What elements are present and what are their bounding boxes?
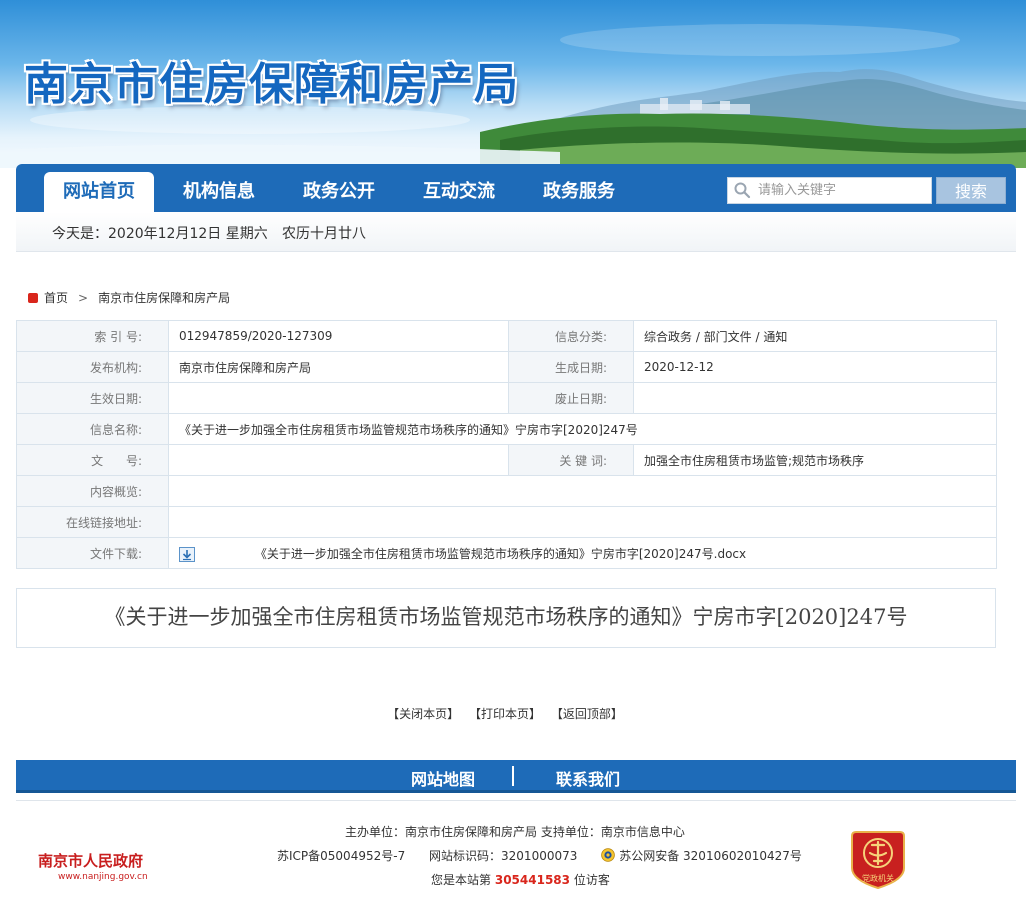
police-record-text: 苏公网安备 32010602010427号 [619,849,802,863]
police-record[interactable]: 苏公网安备 32010602010427号 [601,848,802,863]
footer-sitemap-link[interactable]: 网站地图 [411,766,475,790]
info-name-value: 《关于进一步加强全市住房租赁市场监管规范市场秩序的通知》宁房市字[2020]24… [168,413,997,445]
site-code: 网站标识码：3201000073 [429,849,578,863]
table-row: 信息名称: 《关于进一步加强全市住房租赁市场监管规范市场秩序的通知》宁房市字[2… [16,413,997,445]
info-table: 索 引 号: 012947859/2020-127309 信息分类: 综合政务 … [16,320,997,569]
article-title-box: 《关于进一步加强全市住房租赁市场监管规范市场秩序的通知》宁房市字[2020]24… [16,588,996,648]
footer-divider [16,800,1016,801]
summary-value [168,475,997,507]
date-bar: 今天是：2020年12月12日 星期六 农历十月廿八 [16,212,1016,252]
page-actions: 【关闭本页】 【打印本页】 【返回顶部】 [0,705,1010,722]
back-to-top-link[interactable]: 【返回顶部】 [551,707,623,721]
nav-item-services[interactable]: 政务服务 [524,172,634,212]
home-icon [28,293,38,303]
print-page-link[interactable]: 【打印本页】 [469,707,541,721]
keywords-value: 加强全市住房租赁市场监管;规范市场秩序 [633,444,997,476]
nav-item-gov-affairs[interactable]: 政务公开 [284,172,394,212]
table-row: 发布机构: 南京市住房保障和房产局 生成日期: 2020-12-12 [16,351,997,383]
keywords-label: 关 键 词: [508,444,634,476]
effective-date-value [168,382,509,414]
doc-number-label: 文 号: [16,444,169,476]
site-title: 南京市住房保障和房产局 [24,59,519,110]
created-date-value: 2020-12-12 [633,351,997,383]
download-label: 文件下载: [16,537,169,569]
category-label: 信息分类: [508,320,634,352]
party-badge-icon: 党政机关 [851,831,905,890]
nav-item-interaction[interactable]: 互动交流 [404,172,514,212]
summary-label: 内容概览: [16,475,169,507]
table-row: 文 号: 关 键 词: 加强全市住房租赁市场监管;规范市场秩序 [16,444,997,476]
publisher-label: 发布机构: [16,351,169,383]
footer-nav-divider [512,766,514,786]
info-name-label: 信息名称: [16,413,169,445]
search-box [727,177,932,204]
visits-prefix: 您是本站第 [431,873,492,887]
party-badge[interactable]: 党政机关 [850,828,906,893]
search-icon [734,182,751,199]
icp-number[interactable]: 苏ICP备05004952号-7 [277,849,405,863]
doc-number-value [168,444,509,476]
header-banner: 南京市住房保障和房产局 [0,0,1026,168]
table-row: 内容概览: [16,475,997,507]
breadcrumb-home[interactable]: 首页 [44,291,68,305]
publisher-value: 南京市住房保障和房产局 [168,351,509,383]
index-value: 012947859/2020-127309 [168,320,509,352]
main-nav: 网站首页 机构信息 政务公开 互动交流 政务服务 搜索 [16,164,1016,212]
footer-nav: 网站地图 联系我们 [16,760,1016,793]
online-link-value [168,506,997,538]
party-badge-text: 党政机关 [862,873,894,883]
table-row: 生效日期: 废止日期: [16,382,997,414]
visits-count: 305441583 [494,873,570,887]
today-date: 今天是：2020年12月12日 星期六 [52,226,268,242]
created-date-label: 生成日期: [508,351,634,383]
search-input[interactable] [758,178,928,203]
download-file-link[interactable]: 《关于进一步加强全市住房租赁市场监管规范市场秩序的通知》宁房市字[2020]24… [255,547,746,561]
search-button[interactable]: 搜索 [936,177,1006,204]
breadcrumb: 首页 > 南京市住房保障和房产局 [28,289,230,306]
close-page-link[interactable]: 【关闭本页】 [387,707,459,721]
breadcrumb-current[interactable]: 南京市住房保障和房产局 [98,291,230,305]
effective-date-label: 生效日期: [16,382,169,414]
abolish-date-label: 废止日期: [508,382,634,414]
table-row: 索 引 号: 012947859/2020-127309 信息分类: 综合政务 … [16,320,997,352]
visits-suffix: 位访客 [573,873,610,887]
index-label: 索 引 号: [16,320,169,352]
category-value: 综合政务 / 部门文件 / 通知 [633,320,997,352]
article-title: 《关于进一步加强全市住房租赁市场监管规范市场秩序的通知》宁房市字[2020]24… [104,605,908,629]
table-row: 文件下载: 《关于进一步加强全市住房租赁市场监管规范市场秩序的通知》宁房市字[2… [16,537,997,569]
online-link-label: 在线链接地址: [16,506,169,538]
nav-item-home[interactable]: 网站首页 [44,172,154,212]
download-cell: 《关于进一步加强全市住房租赁市场监管规范市场秩序的通知》宁房市字[2020]24… [168,537,997,569]
nav-item-organization[interactable]: 机构信息 [164,172,274,212]
download-icon[interactable] [179,546,195,562]
table-row: 在线链接地址: [16,506,997,538]
police-badge-icon [601,848,616,862]
breadcrumb-separator: > [78,291,89,305]
footer-contact-link[interactable]: 联系我们 [556,766,620,790]
lunar-date: 农历十月廿八 [282,226,366,242]
abolish-date-value [633,382,997,414]
